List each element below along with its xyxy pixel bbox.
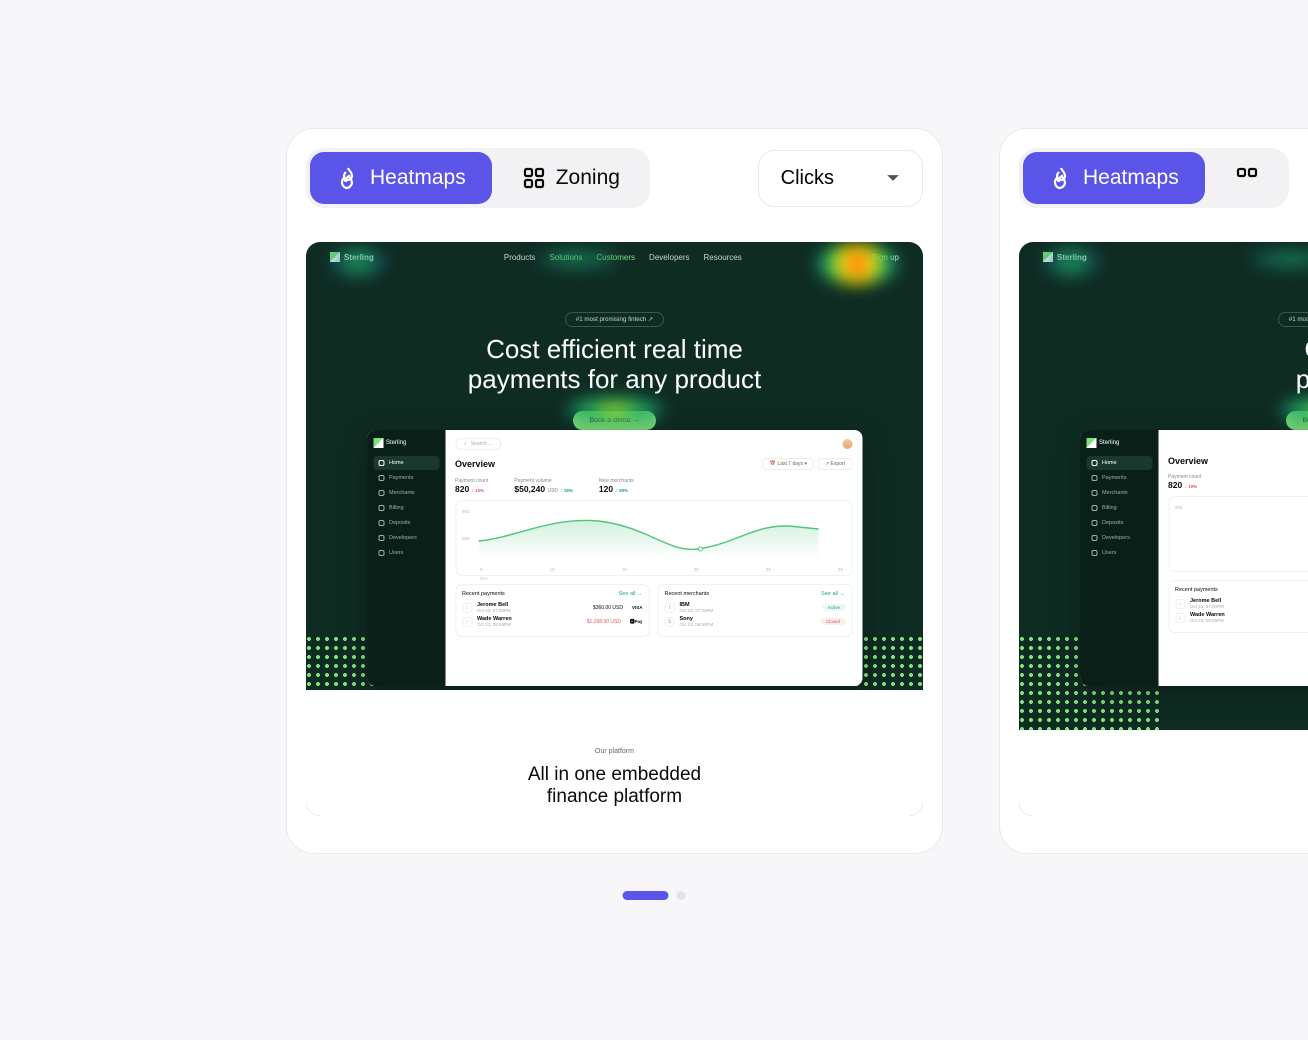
brand-icon [330,252,340,262]
chevron-down-icon [886,171,900,185]
zoning-tab[interactable]: Zoning [496,152,646,204]
site-preview: Sterling ProductsSolutionsCustomersDevel… [306,242,923,816]
section-label: Our platform [595,748,634,755]
site-nav-links: ProductsSolutionsCustomersDevelopersReso… [504,253,742,262]
metric-dropdown[interactable]: Clicks [758,150,923,207]
heatmap-card-peek: Heatmaps Sterling Products #1 most promi… [999,128,1308,854]
hero-pill: #1 most promising fintech ↗ [565,312,664,327]
overview-title: Overview [455,459,495,469]
dashboard-preview: Sterling HomePaymentsMerchantsBillingDep… [367,430,862,686]
carousel-pager [623,891,686,900]
zoning-tab[interactable] [1209,152,1285,204]
heatmaps-tab[interactable]: Heatmaps [310,152,492,204]
site-brand: Sterling [330,252,374,262]
signup-link: Sign up [872,253,899,262]
hero-title: Cost efficient real timepayments for any… [306,335,923,395]
section-title: All in one embedded finance platform [306,764,923,808]
brand-icon [373,438,383,448]
recent-payments: Recent paymentsSee all → ↓Jerome BellOct… [455,584,650,637]
pager-dot[interactable] [677,891,686,900]
flame-icon [336,166,360,190]
line-chart: 900500 51015202530 Oct [455,500,852,576]
export-button: ↗ Export [818,458,852,470]
grid-icon [522,166,546,190]
recent-merchants: Recent merchantsSee all → IIBMOct 23, 07… [658,584,853,637]
hero-cta: Book a demo → [573,411,655,430]
heatmap-card: Heatmaps Zoning Clicks Sterling Products… [286,128,943,854]
date-range: 📅 Last 7 days ▾ [763,458,814,470]
search-input: ⌕ Search ... [455,438,501,450]
avatar [842,439,852,449]
heatmaps-tab[interactable]: Heatmaps [1023,152,1205,204]
grid-icon [1235,166,1259,190]
pager-dot-active[interactable] [623,891,669,900]
flame-icon [1049,166,1073,190]
view-segment: Heatmaps Zoning [306,148,650,208]
